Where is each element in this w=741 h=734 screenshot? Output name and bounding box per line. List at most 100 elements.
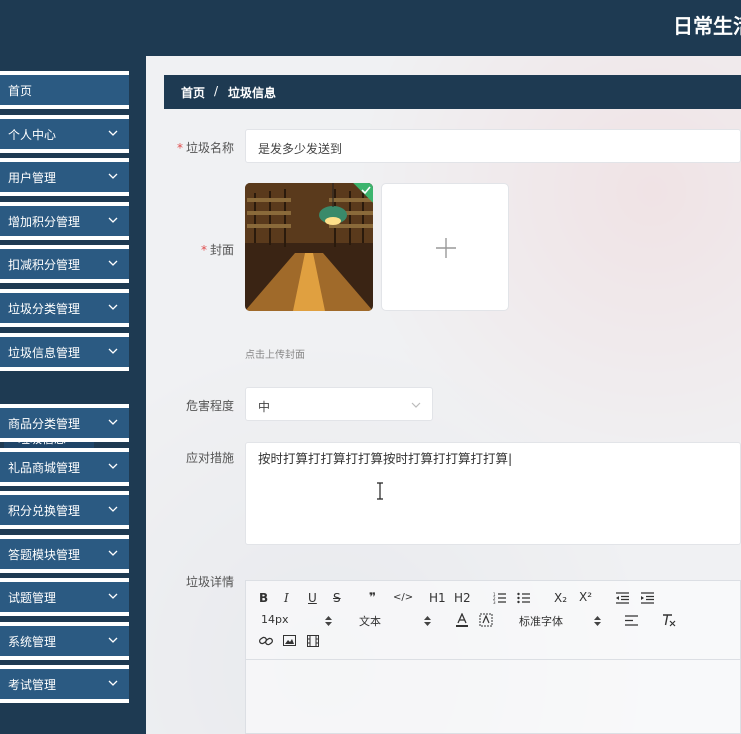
strike-button[interactable]: S [333,591,341,605]
blockquote-button[interactable]: ❞ [369,590,376,604]
sidebar-item-quiz-module[interactable]: 答题模块管理 [0,535,129,573]
measure-textarea[interactable]: 按时打算打打算打打算按时打算打打算打打算| [245,442,741,545]
header2-button[interactable]: H2 [454,591,471,605]
underline-button[interactable]: U [308,591,317,605]
sidebar-item-label: 增加积分管理 [8,215,81,229]
chevron-down-icon [108,260,118,266]
sidebar-item-system-management[interactable]: 系统管理 [0,622,129,660]
name-label-text: 垃圾名称 [185,141,234,155]
sidebar-item-label: 垃圾信息管理 [8,346,81,360]
font-family-select[interactable]: 标准字体 [519,613,563,629]
clear-format-icon[interactable] [662,613,676,627]
sidebar-item-label: 扣减积分管理 [8,258,81,272]
breadcrumb: 首页 / 垃圾信息 [164,75,741,109]
sidebar: 首页 个人中心 用户管理 增加积分管理 扣减积分管理 垃圾分类管理 垃圾信息管理… [0,56,146,734]
sidebar-item-personal-center[interactable]: 个人中心 [0,115,129,153]
sidebar-item-label: 系统管理 [8,635,57,649]
main-content: 首页 / 垃圾信息 * 垃圾名称 是发多少发送到 * 封面 点击上传封面 危害程… [146,56,741,734]
background-color-icon[interactable] [479,613,493,627]
required-mark: * [200,243,207,257]
cover-label-text: 封面 [209,243,234,257]
sidebar-item-label: 答题模块管理 [8,548,81,562]
sidebar-item-garbage-category[interactable]: 垃圾分类管理 [0,289,129,327]
breadcrumb-current: 垃圾信息 [228,86,277,100]
svg-text:3: 3 [493,600,496,604]
sidebar-item-product-category[interactable]: 商品分类管理 [0,404,129,442]
name-label: * 垃圾名称 [174,139,234,156]
library-photo [245,183,373,311]
chevron-down-icon [108,593,118,599]
superscript-button[interactable]: X² [579,590,592,604]
font-size-select[interactable]: 14px [261,613,289,626]
header-select[interactable]: 文本 [359,613,381,629]
danger-level-label: 危害程度 [185,399,234,413]
font-color-icon[interactable] [456,613,468,627]
sidebar-item-label: 礼品商城管理 [8,461,81,475]
bold-button[interactable]: B [259,591,268,605]
upload-hint: 点击上传封面 [245,350,305,361]
measure-label: 应对措施 [185,451,234,465]
garbage-name-value: 是发多少发送到 [258,142,343,156]
video-icon[interactable] [307,635,319,647]
chevron-down-icon [108,304,118,310]
app-title: 日常生活 [673,14,741,38]
sidebar-item-label: 商品分类管理 [8,417,81,431]
sidebar-item-question-management[interactable]: 试题管理 [0,578,129,616]
chevron-down-icon [108,130,118,136]
sidebar-item-deduct-points[interactable]: 扣减积分管理 [0,245,129,283]
sidebar-item-label: 考试管理 [8,678,57,692]
editor-content-area[interactable] [246,659,740,734]
link-icon[interactable] [259,635,273,647]
image-icon[interactable] [283,635,296,646]
check-icon [361,186,371,195]
sidebar-item-points-exchange[interactable]: 积分兑换管理 [0,491,129,529]
chevron-down-icon [108,419,118,425]
plus-icon [436,238,456,258]
cover-label: * 封面 [174,241,234,258]
required-mark: * [176,141,183,155]
sidebar-item-label: 用户管理 [8,171,57,185]
chevron-down-icon [108,463,118,469]
sidebar-item-label: 积分兑换管理 [8,504,81,518]
sidebar-item-garbage-info[interactable]: 垃圾信息管理 [0,333,129,371]
chevron-down-icon [108,506,118,512]
chevron-down-icon [411,402,421,408]
chevron-down-icon [108,637,118,643]
header-dropdown-icon [424,616,431,626]
chevron-down-icon [108,217,118,223]
font-dropdown-icon [594,616,601,626]
header1-button[interactable]: H1 [429,591,446,605]
bullet-list-icon[interactable] [517,592,530,604]
sidebar-item-label: 首页 [8,84,33,98]
sidebar-item-add-points[interactable]: 增加积分管理 [0,202,129,240]
sidebar-item-exam-management[interactable]: 考试管理 [0,665,129,703]
code-block-button[interactable]: </> [393,592,413,603]
indent-icon[interactable] [641,592,654,604]
subscript-button[interactable]: X₂ [554,591,567,605]
chevron-down-icon [108,550,118,556]
sidebar-item-label: 个人中心 [8,128,57,142]
italic-button[interactable]: I [284,591,289,605]
breadcrumb-home[interactable]: 首页 [181,84,205,101]
cover-upload-button[interactable] [381,183,509,311]
breadcrumb-separator: / [214,84,219,98]
align-icon[interactable] [625,615,638,626]
danger-level-select[interactable]: 中 [245,387,433,421]
sidebar-item-gift-mall[interactable]: 礼品商城管理 [0,448,129,486]
rich-text-editor: B I U S ❞ </> H1 H2 123 X₂ X² 14px 文本 标准… [245,580,741,734]
cover-image-thumbnail[interactable] [245,183,373,311]
sidebar-item-home[interactable]: 首页 [0,71,129,109]
chevron-down-icon [108,173,118,179]
size-dropdown-icon [325,616,332,626]
garbage-name-input[interactable]: 是发多少发送到 [245,129,741,163]
outdent-icon[interactable] [616,592,629,604]
sidebar-item-label: 垃圾分类管理 [8,302,81,316]
measure-value: 按时打算打打算打打算按时打算打打算打打算| [258,451,513,466]
text-cursor-icon [377,482,383,500]
chevron-down-icon [108,348,118,354]
ordered-list-icon[interactable]: 123 [493,592,506,604]
chevron-down-icon [108,680,118,686]
sidebar-item-label: 试题管理 [8,591,57,605]
detail-label: 垃圾详情 [185,575,234,589]
sidebar-item-user-management[interactable]: 用户管理 [0,158,129,196]
